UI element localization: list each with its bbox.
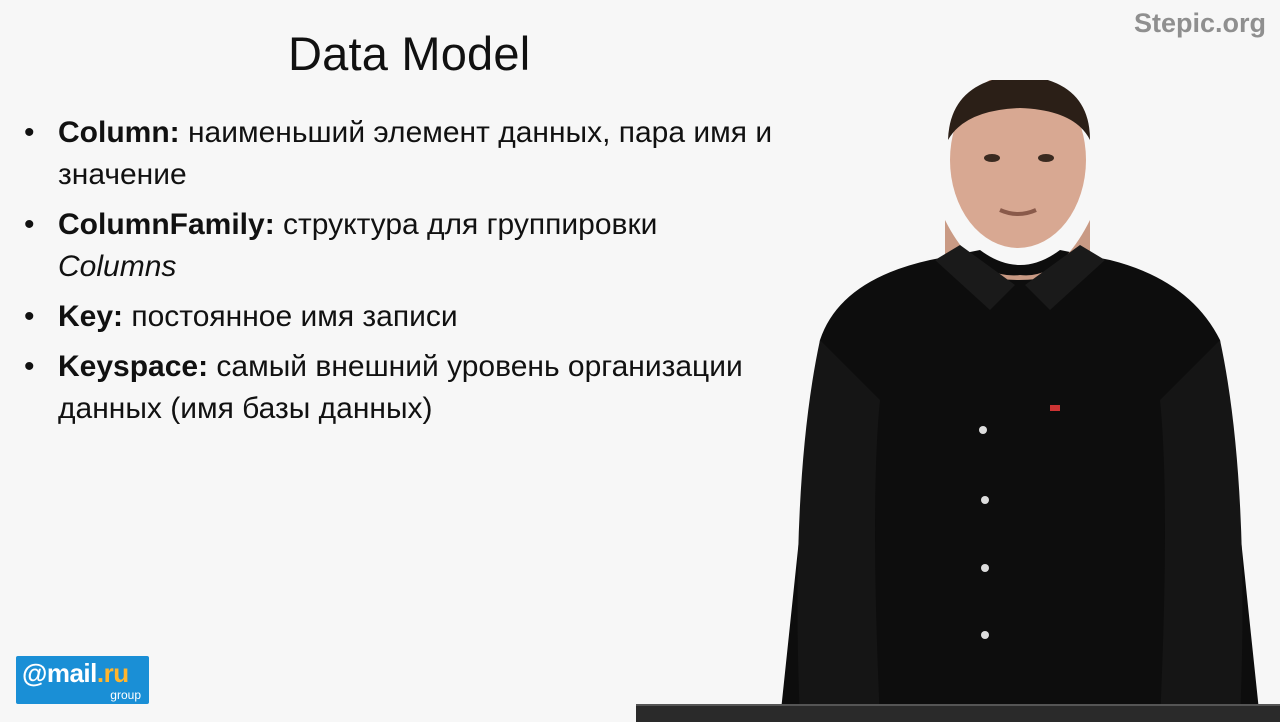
bullet-term: ColumnFamily: bbox=[58, 208, 275, 241]
bullet-item-keyspace: • Keyspace: самый внешний уровень органи… bbox=[22, 346, 782, 430]
presenter-figure bbox=[780, 80, 1260, 720]
bullet-item-columnfamily: • ColumnFamily: структура для группировк… bbox=[22, 204, 782, 288]
bullet-item-column: • Column: наименьший элемент данных, пар… bbox=[22, 112, 782, 196]
stepic-watermark: Stepic.org bbox=[1133, 8, 1266, 38]
slide-title: Data Model bbox=[288, 27, 531, 80]
desk-edge bbox=[636, 704, 1280, 722]
bullet-term: Column: bbox=[58, 116, 180, 149]
mailru-group-logo: @mail.ru group bbox=[16, 656, 149, 704]
bullet-dot-icon: • bbox=[24, 300, 35, 333]
bullet-item-key: • Key: постоянное имя записи bbox=[22, 296, 782, 338]
bullet-dot-icon: • bbox=[24, 350, 35, 383]
bullet-dot-icon: • bbox=[24, 116, 35, 149]
bullet-text: постоянное имя записи bbox=[123, 300, 458, 333]
bullet-term: Key: bbox=[58, 300, 124, 333]
bullet-italic-text: Columns bbox=[58, 250, 177, 283]
bullet-list: • Column: наименьший элемент данных, пар… bbox=[22, 112, 782, 438]
bullet-dot-icon: • bbox=[24, 208, 35, 241]
logo-sub: group bbox=[110, 688, 141, 702]
bullet-text: структура для группировки bbox=[274, 208, 658, 241]
logo-brand: @mail.ru bbox=[22, 658, 129, 688]
bullet-term: Keyspace: bbox=[58, 350, 209, 383]
